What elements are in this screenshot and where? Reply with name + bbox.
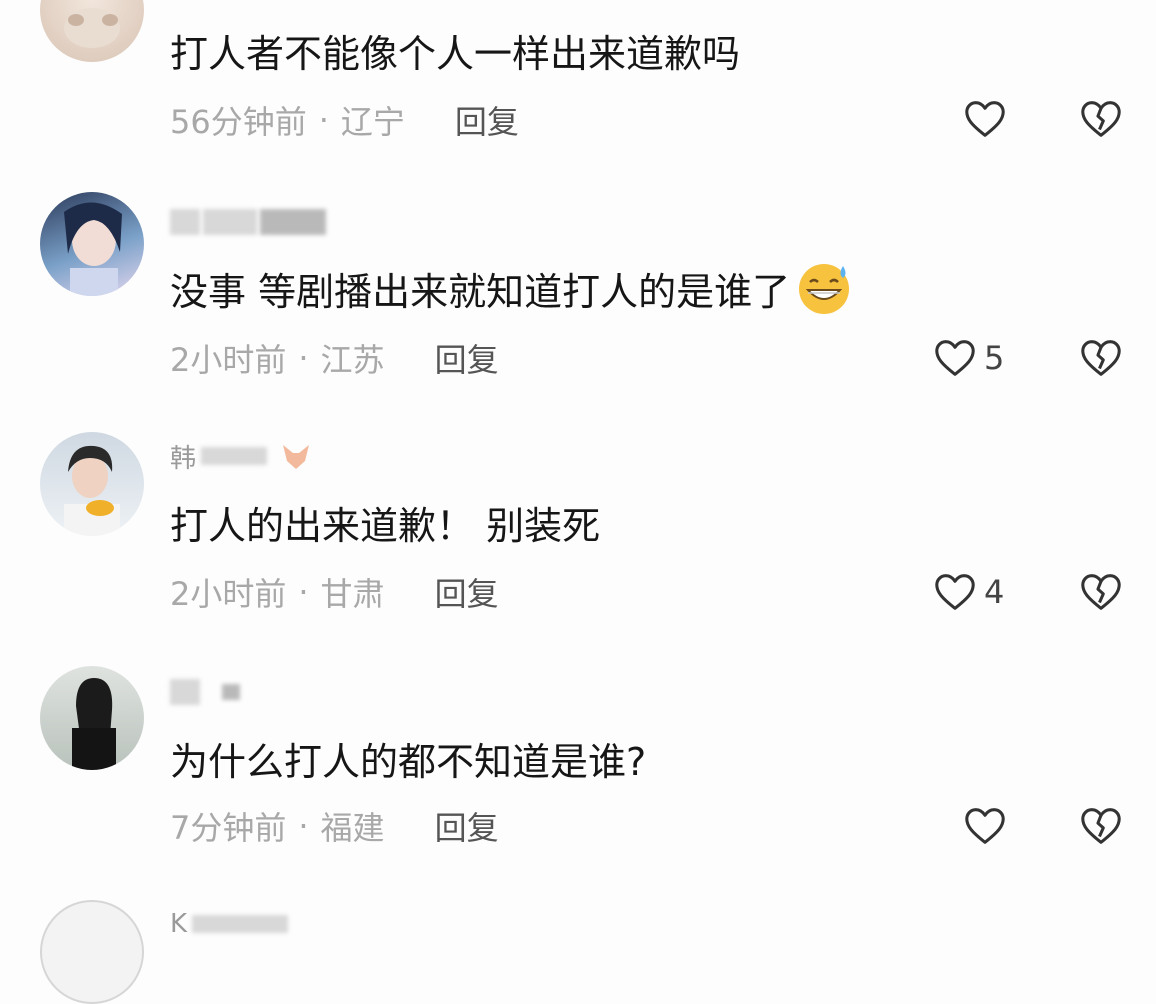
broken-heart-icon <box>1081 340 1121 376</box>
comment-text: 打人者不能像个人一样出来道歉吗 <box>170 31 741 76</box>
redacted-username <box>201 447 268 465</box>
comment-text: 打人的出来道歉！ 别装死 <box>170 503 601 548</box>
like-count: 5 <box>984 339 1005 377</box>
separator: · <box>298 807 309 845</box>
comment-location: 江苏 <box>320 341 385 379</box>
avatar-image <box>64 8 120 48</box>
comment-location: 甘肃 <box>320 575 385 613</box>
separator: · <box>298 573 309 611</box>
username[interactable]: K <box>170 904 289 944</box>
avatar[interactable] <box>40 0 144 62</box>
dislike-button[interactable] <box>1078 335 1124 385</box>
redacted-username <box>260 209 326 235</box>
heart-outline-icon <box>935 340 975 376</box>
dislike-button[interactable] <box>1078 803 1124 853</box>
username[interactable]: 韩 <box>170 436 313 476</box>
comment-time: 2小时前 <box>170 341 287 379</box>
separator: · <box>318 101 329 139</box>
dislike-button[interactable] <box>1078 96 1124 146</box>
avatar[interactable] <box>40 192 144 296</box>
dislike-button[interactable] <box>1078 569 1124 619</box>
comment-text: 没事 等剧播出来就知道打人的是谁了 <box>170 258 852 318</box>
reply-button[interactable]: 回复 <box>435 569 499 615</box>
avatar[interactable] <box>40 432 144 536</box>
comment-meta: 2小时前 · 甘肃 回复 <box>170 570 499 614</box>
redacted-username <box>192 915 289 933</box>
comment-meta: 2小时前 · 江苏 回复 <box>170 336 499 380</box>
avatar[interactable] <box>40 900 144 1004</box>
avatar-image <box>72 678 116 770</box>
redacted-username <box>170 209 200 235</box>
redacted-username <box>222 684 240 700</box>
heart-outline-icon <box>965 101 1005 137</box>
comment-location: 辽宁 <box>340 103 405 141</box>
comment-time: 2小时前 <box>170 575 287 613</box>
like-count: 4 <box>984 573 1005 611</box>
comment-meta: 7分钟前 · 福建 回复 <box>170 804 499 848</box>
broken-heart-icon <box>1081 101 1121 137</box>
comment-time: 7分钟前 <box>170 809 287 847</box>
like-button[interactable] <box>962 96 1008 142</box>
separator: · <box>298 339 309 377</box>
sweat-grin-emoji-icon <box>799 264 850 314</box>
reply-button[interactable]: 回复 <box>455 97 519 143</box>
comment-meta: 56分钟前 · 辽宁 回复 <box>170 98 519 142</box>
broken-heart-icon <box>1081 574 1121 610</box>
broken-heart-icon <box>1081 808 1121 844</box>
heart-outline-icon <box>935 574 975 610</box>
username[interactable] <box>170 672 240 712</box>
avatar[interactable] <box>40 666 144 770</box>
reply-button[interactable]: 回复 <box>435 335 499 381</box>
redacted-username <box>203 209 257 235</box>
redacted-username <box>170 679 200 705</box>
fox-badge-icon <box>283 445 310 469</box>
heart-outline-icon <box>965 808 1005 844</box>
reply-button[interactable]: 回复 <box>435 803 499 849</box>
avatar-image <box>64 445 120 536</box>
username[interactable] <box>170 202 326 242</box>
avatar-image <box>64 202 122 296</box>
comment-location: 福建 <box>320 809 385 847</box>
like-button[interactable]: 4 <box>932 569 1004 615</box>
like-button[interactable] <box>962 803 1008 849</box>
like-button[interactable]: 5 <box>932 335 1004 381</box>
comment-text: 为什么打人的都不知道是谁? <box>170 739 647 784</box>
comment-time: 56分钟前 <box>170 103 307 141</box>
